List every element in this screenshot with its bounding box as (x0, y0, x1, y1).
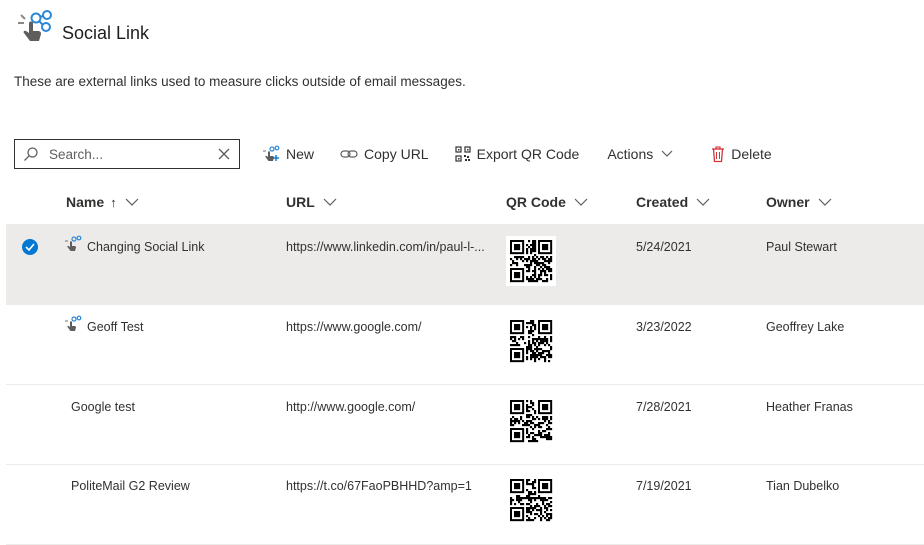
column-header-qr-code-label: QR Code (506, 194, 566, 210)
row-selected-checkmark-icon[interactable] (22, 239, 38, 255)
row-url: http://www.google.com/ (286, 400, 416, 414)
qr-code-image[interactable] (506, 316, 556, 366)
qr-code-icon (455, 146, 471, 162)
copy-url-label: Copy URL (364, 146, 429, 162)
row-url: https://www.linkedin.com/in/paul-l-... (286, 240, 485, 254)
delete-label: Delete (731, 146, 772, 162)
delete-button[interactable]: Delete (711, 139, 772, 169)
row-name: Geoff Test (87, 320, 144, 334)
social-link-icon (65, 235, 82, 251)
row-owner: Geoffrey Lake (766, 320, 845, 334)
copy-url-button[interactable]: Copy URL (340, 139, 429, 169)
export-qr-code-label: Export QR Code (476, 146, 580, 162)
chevron-down-icon (323, 198, 337, 206)
table-row[interactable]: Changing Social Link https://www.linkedi… (6, 224, 924, 305)
social-link-app-icon (18, 10, 52, 41)
column-header-url-label: URL (286, 194, 315, 210)
chevron-down-icon (125, 198, 139, 206)
row-name: Google test (71, 400, 135, 414)
chevron-down-icon (574, 198, 588, 206)
row-created: 3/23/2022 (636, 320, 692, 334)
new-button[interactable]: New (262, 139, 314, 169)
row-name: PoliteMail G2 Review (71, 479, 190, 493)
row-owner: Tian Dubelko (766, 479, 840, 493)
table-row[interactable]: Geoff Test https://www.google.com/ 3/23/… (6, 304, 924, 385)
chevron-down-icon (696, 198, 710, 206)
qr-code-image[interactable] (506, 475, 556, 525)
row-name: Changing Social Link (87, 240, 205, 254)
actions-label: Actions (607, 146, 654, 162)
column-header-url[interactable]: URL (286, 192, 337, 212)
column-header-qr-code[interactable]: QR Code (506, 192, 588, 212)
row-name-cell[interactable]: PoliteMail G2 Review (71, 479, 190, 493)
chevron-down-icon (818, 198, 832, 206)
qr-code-image[interactable] (506, 236, 556, 286)
new-social-link-icon (262, 145, 280, 163)
qr-code-image[interactable] (506, 396, 556, 446)
table-row[interactable]: PoliteMail G2 Review https://t.co/67FaoP… (6, 464, 924, 545)
row-owner: Paul Stewart (766, 240, 837, 254)
column-header-name-label: Name (66, 194, 105, 210)
row-url: https://www.google.com/ (286, 320, 422, 334)
row-name-cell[interactable]: Changing Social Link (64, 235, 205, 254)
link-icon (340, 148, 358, 160)
row-created: 5/24/2021 (636, 240, 692, 254)
trash-icon (711, 145, 725, 163)
row-created: 7/28/2021 (636, 400, 692, 414)
chevron-down-icon (661, 150, 673, 157)
page-title: Social Link (62, 22, 150, 43)
actions-dropdown[interactable]: Actions (607, 139, 673, 169)
search-box[interactable] (14, 139, 240, 169)
table-row[interactable]: Google test http://www.google.com/ 7/28/… (6, 384, 924, 465)
column-header-owner[interactable]: Owner (766, 192, 832, 212)
row-name-cell[interactable]: Geoff Test (64, 315, 144, 334)
row-url: https://t.co/67FaoPBHHD?amp=1 (286, 479, 472, 493)
column-header-owner-label: Owner (766, 194, 810, 210)
page-description: These are external links used to measure… (14, 74, 466, 89)
search-input[interactable] (47, 145, 201, 163)
close-icon[interactable] (217, 147, 231, 161)
search-icon (24, 147, 38, 161)
column-header-created[interactable]: Created (636, 192, 710, 212)
command-bar: New Copy URL Export QR (14, 137, 772, 171)
page-header: Social Link (16, 6, 149, 50)
row-name-cell[interactable]: Google test (71, 400, 135, 414)
column-header-created-label: Created (636, 194, 689, 210)
row-owner: Heather Franas (766, 400, 853, 414)
new-button-label: New (286, 146, 315, 162)
column-header-name[interactable]: Name ↑ (66, 192, 139, 212)
export-qr-code-button[interactable]: Export QR Code (455, 139, 580, 169)
social-link-icon (65, 315, 82, 331)
row-created: 7/19/2021 (636, 479, 692, 493)
sort-ascending-icon: ↑ (110, 194, 117, 210)
